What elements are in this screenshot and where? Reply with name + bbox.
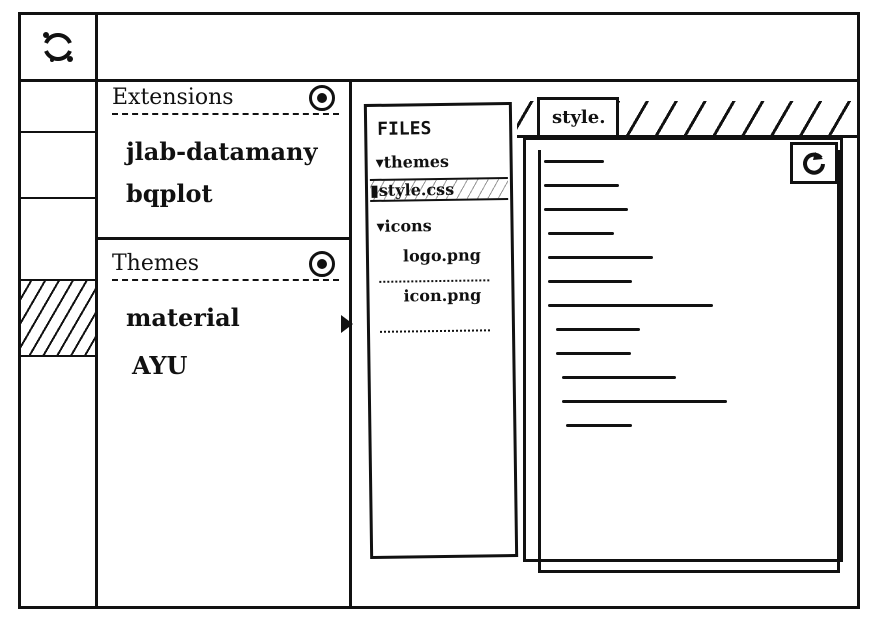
section-divider xyxy=(98,237,349,240)
file-label: logo.png xyxy=(402,245,481,266)
file-browser-panel: FILES ▾themes ▮style.css ▾icons logo.png… xyxy=(363,101,519,560)
code-editor[interactable] xyxy=(523,137,843,573)
code-line xyxy=(548,256,653,259)
folder-item-themes[interactable]: ▾themes xyxy=(376,151,504,172)
code-line xyxy=(544,208,628,211)
dotted-separator xyxy=(379,279,490,283)
add-circle-icon xyxy=(317,93,327,103)
file-item-logo[interactable]: logo.png xyxy=(403,245,505,265)
code-line xyxy=(548,232,614,235)
file-icon: ▮ xyxy=(369,180,379,200)
code-line xyxy=(544,160,604,163)
themes-section: Themes material AYU xyxy=(98,245,349,445)
theme-item[interactable]: material xyxy=(126,303,240,332)
tab-bar: style. xyxy=(517,97,857,138)
tab-style-css[interactable]: style. xyxy=(537,97,619,135)
themes-header: Themes xyxy=(112,249,339,281)
refresh-icon xyxy=(803,152,825,175)
folder-label: icons xyxy=(384,216,432,236)
refresh-button[interactable] xyxy=(790,142,838,184)
extensions-section: Extensions jlab-datamany bqplot xyxy=(98,79,349,239)
rail-tab-1[interactable] xyxy=(21,131,98,133)
add-circle-icon xyxy=(317,259,327,269)
code-line xyxy=(556,328,640,331)
folder-item-icons[interactable]: ▾icons xyxy=(376,215,504,236)
code-line xyxy=(544,184,619,187)
top-menu-bar xyxy=(21,15,857,82)
code-line xyxy=(562,376,676,379)
folder-label: themes xyxy=(383,151,450,172)
tab-label: style. xyxy=(552,107,606,128)
extension-manager-panel: Extensions jlab-datamany bqplot Themes m… xyxy=(98,79,352,606)
app-window: Extensions jlab-datamany bqplot Themes m… xyxy=(18,12,860,609)
extension-item[interactable]: bqplot xyxy=(126,179,213,208)
drag-handle-icon[interactable] xyxy=(341,315,353,333)
jupyter-logo-icon xyxy=(43,32,73,62)
theme-item[interactable]: AYU xyxy=(132,351,188,380)
themes-header-label: Themes xyxy=(112,251,200,276)
editor-area: style. xyxy=(513,79,857,606)
dotted-separator xyxy=(379,329,491,333)
extensions-header-label: Extensions xyxy=(112,85,234,110)
code-line xyxy=(556,352,631,355)
add-extension-button[interactable] xyxy=(309,85,335,111)
add-theme-button[interactable] xyxy=(309,251,335,277)
editor-shadow xyxy=(538,150,840,573)
activity-rail xyxy=(21,79,98,606)
file-label: icon.png xyxy=(403,285,482,306)
rail-tab-active[interactable] xyxy=(21,279,98,357)
code-line xyxy=(548,304,713,307)
app-logo[interactable] xyxy=(21,15,98,79)
files-title: FILES xyxy=(377,118,432,140)
rail-tab-2[interactable] xyxy=(21,197,98,199)
extension-item[interactable]: jlab-datamany xyxy=(126,137,317,166)
file-item-style-css[interactable]: ▮style.css xyxy=(369,177,509,202)
code-line xyxy=(548,280,632,283)
code-line xyxy=(566,424,632,427)
file-item-icon[interactable]: icon.png xyxy=(403,285,505,305)
file-label: style.css xyxy=(378,179,455,200)
extensions-header: Extensions xyxy=(112,83,339,115)
code-line xyxy=(562,400,727,403)
